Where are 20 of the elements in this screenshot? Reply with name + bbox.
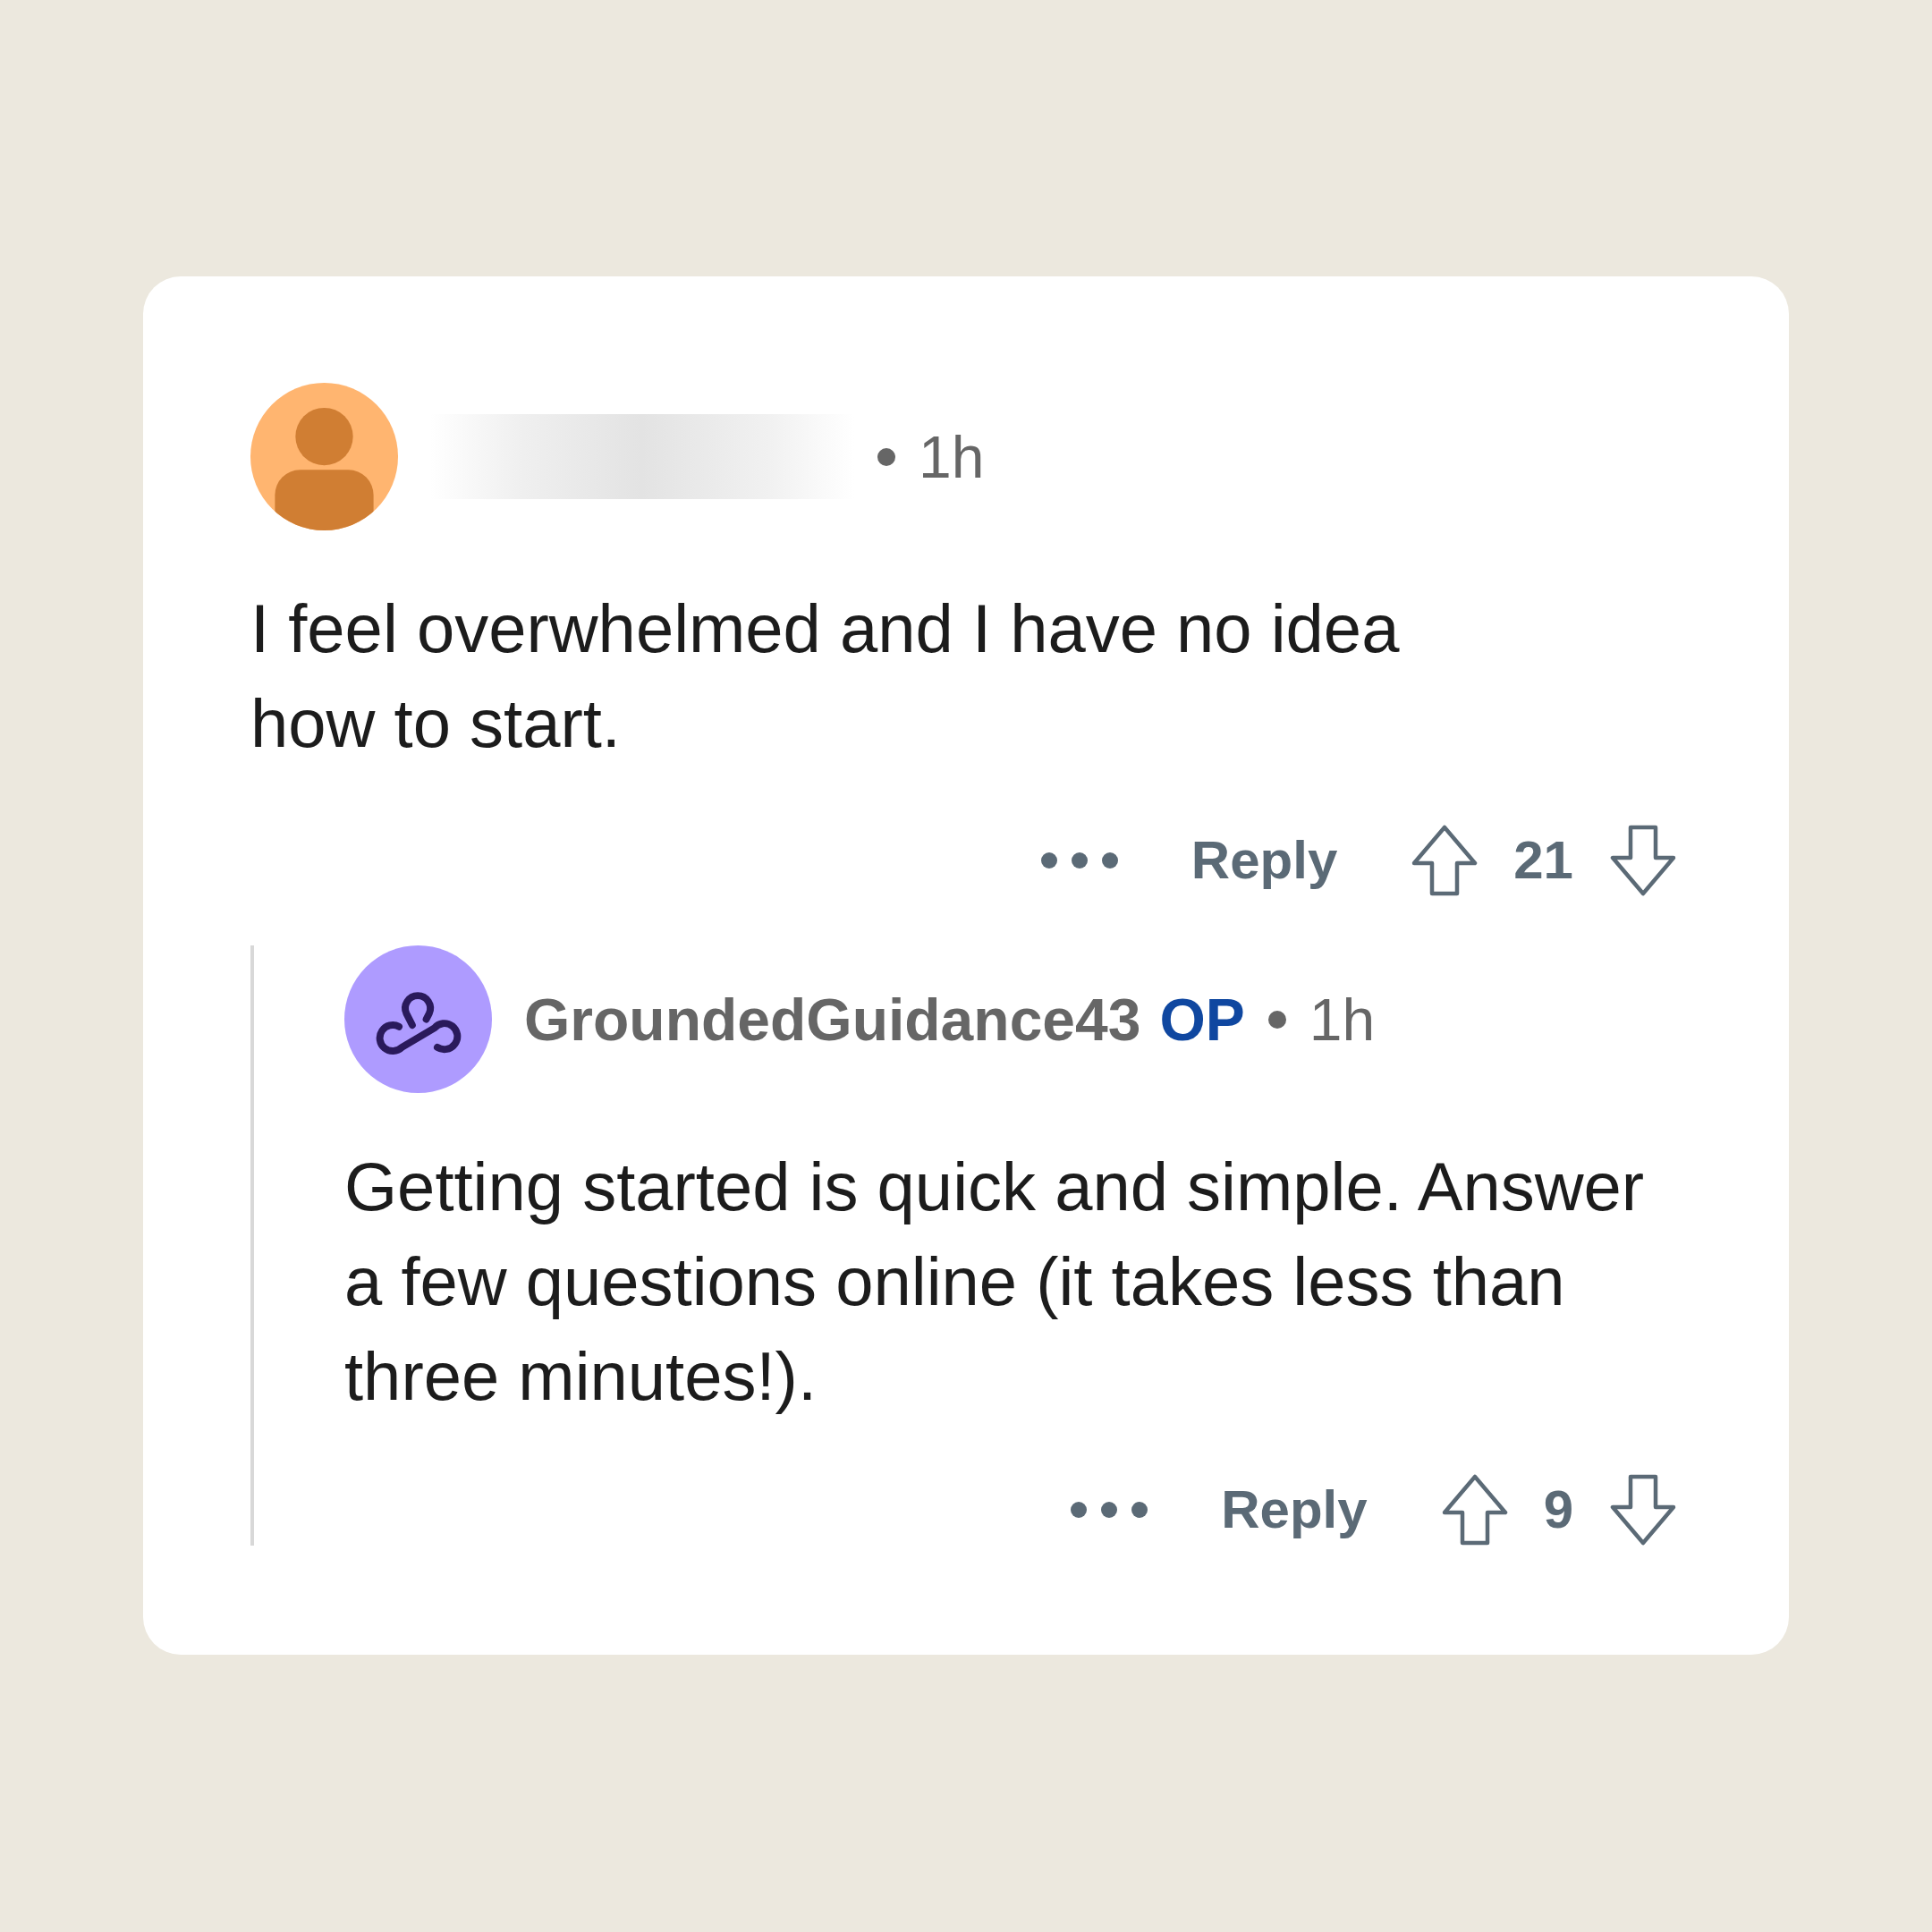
downvote-arrow-icon[interactable]	[1609, 1474, 1677, 1546]
comment-text: Getting started is quick and simple. Answer a few questions online (it takes less than three minutes!).	[344, 1148, 1646, 1416]
op-label: OP	[1159, 989, 1245, 1049]
upvote-arrow-icon[interactable]	[1411, 825, 1479, 896]
comment-text: I feel overwhelmed and I have no idea how to start.	[250, 589, 1401, 763]
more-options-icon[interactable]	[1040, 852, 1118, 869]
upvote-arrow-icon[interactable]	[1440, 1474, 1509, 1546]
username[interactable]: GroundedGuidance43	[524, 989, 1141, 1049]
more-options-icon[interactable]	[1071, 1502, 1148, 1518]
vote-count: 9	[1543, 1483, 1573, 1537]
timestamp: 1h	[919, 427, 985, 487]
reply-button[interactable]: Reply	[1221, 1483, 1368, 1537]
knot-avatar-icon	[344, 945, 492, 1093]
reply-button[interactable]: Reply	[1191, 834, 1338, 887]
downvote-arrow-icon[interactable]	[1609, 825, 1677, 896]
person-avatar-icon	[250, 383, 398, 530]
vote-count: 21	[1513, 834, 1573, 887]
separator-dot-icon	[877, 447, 895, 466]
timestamp: 1h	[1309, 989, 1376, 1049]
separator-dot-icon	[1267, 1010, 1286, 1029]
